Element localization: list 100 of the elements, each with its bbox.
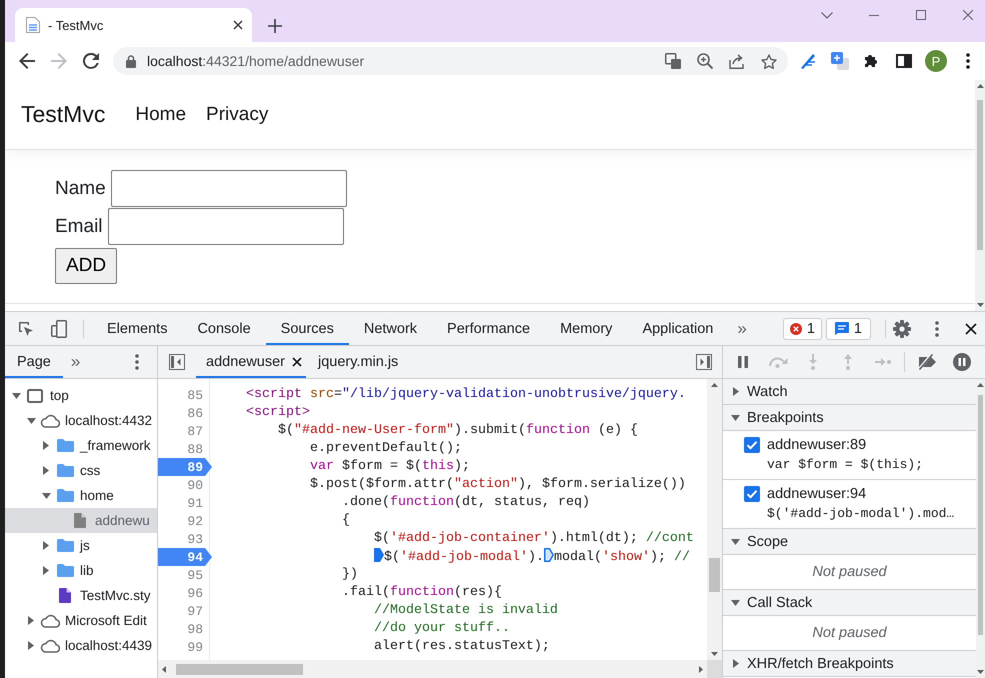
breakpoint-marker[interactable]: 94 — [158, 548, 212, 566]
devtools-tab[interactable]: Elements — [92, 312, 182, 345]
file-tab[interactable]: jquery.min.js — [306, 346, 410, 378]
close-icon[interactable] — [233, 20, 243, 30]
caret-down-icon[interactable] — [12, 392, 20, 398]
side-panel-icon[interactable] — [896, 54, 912, 68]
text-input[interactable] — [110, 170, 347, 207]
breakpoint-location[interactable]: addnewuser:89 — [767, 435, 924, 455]
section-header[interactable]: Call Stack — [723, 590, 976, 616]
more-tabs-button[interactable]: » — [62, 352, 88, 372]
more-tabs-button[interactable]: » — [728, 318, 756, 338]
section-header[interactable]: Watch — [723, 379, 976, 405]
devtools-tab[interactable]: Performance — [432, 312, 546, 345]
scroll-down-icon[interactable] — [711, 652, 718, 656]
brand-link[interactable]: TestMvc — [21, 101, 106, 128]
checkbox[interactable] — [744, 437, 760, 453]
caret-right-icon[interactable] — [43, 441, 49, 450]
tree-item[interactable]: css — [5, 458, 157, 483]
pause-circle-icon[interactable] — [952, 353, 970, 371]
devtools-tab[interactable]: Network — [348, 312, 432, 345]
maximize-icon[interactable] — [916, 10, 926, 20]
tree-item[interactable]: js — [5, 533, 157, 558]
tree-item[interactable]: top — [5, 383, 157, 408]
right-panel-icon[interactable] — [696, 354, 712, 370]
panel-tab[interactable]: Page — [5, 346, 63, 378]
tree-item[interactable]: Microsoft Edit — [5, 608, 157, 633]
star-icon[interactable] — [761, 54, 777, 68]
devtools-tab[interactable]: Memory — [545, 312, 628, 345]
tree-item[interactable]: TestMvc.sty — [5, 583, 157, 608]
nav-link[interactable]: Home — [125, 104, 196, 126]
scroll-down-icon[interactable] — [977, 670, 984, 674]
profile-avatar[interactable]: P — [925, 50, 947, 72]
breakpoint-marker[interactable]: 89 — [158, 458, 212, 476]
back-arrow-icon[interactable] — [19, 53, 35, 69]
file-tab[interactable]: addnewuser — [196, 346, 306, 378]
caret-right-icon[interactable] — [28, 641, 34, 650]
tree-item[interactable]: lib — [5, 558, 157, 583]
caret-right-icon[interactable] — [43, 541, 49, 550]
caret-down-icon[interactable] — [731, 414, 740, 420]
caret-down-icon[interactable] — [26, 418, 36, 424]
errors-button[interactable]: 1 — [782, 318, 822, 340]
tree-item[interactable]: addnewu — [5, 508, 157, 533]
address-bar[interactable]: localhost:44321/home/addnewuser — [113, 47, 788, 75]
breakpoint-location[interactable]: addnewuser:94 — [767, 484, 954, 504]
share-icon[interactable] — [729, 54, 745, 68]
minimize-icon[interactable] — [868, 14, 878, 16]
devtools-tab[interactable]: Console — [182, 312, 266, 345]
zoom-in-icon[interactable] — [697, 53, 713, 69]
caret-right-icon[interactable] — [732, 659, 738, 668]
scrollbar-thumb[interactable] — [977, 100, 983, 250]
inline-breakpoint-icon[interactable] — [544, 548, 554, 562]
caret-down-icon[interactable] — [731, 538, 740, 544]
scroll-left-icon[interactable] — [162, 666, 166, 672]
caret-right-icon[interactable] — [43, 466, 49, 475]
pointer-box-icon[interactable] — [18, 320, 34, 336]
caret-right-icon[interactable] — [28, 616, 34, 625]
pause-icon[interactable] — [738, 356, 748, 368]
tree-item[interactable]: _framework — [5, 433, 157, 458]
scrollbar-thumb[interactable] — [978, 395, 983, 635]
section-header[interactable]: Scope — [723, 529, 976, 555]
chevron-down-icon[interactable] — [820, 12, 832, 18]
nav-link[interactable]: Privacy — [196, 104, 278, 126]
section-header[interactable]: Breakpoints — [723, 405, 976, 431]
pen-icon[interactable] — [799, 52, 817, 70]
horizontal-scrollbar[interactable] — [158, 660, 707, 678]
caret-right-icon[interactable] — [732, 387, 738, 396]
caret-down-icon[interactable] — [42, 492, 50, 498]
reload-icon[interactable] — [83, 53, 99, 69]
settings-icon[interactable] — [892, 320, 910, 338]
close-icon[interactable] — [292, 357, 302, 367]
scrollbar-thumb[interactable] — [709, 558, 720, 592]
section-header[interactable]: XHR/fetch Breakpoints — [723, 651, 976, 677]
vertical-scrollbar[interactable] — [976, 379, 985, 678]
messages-button[interactable]: 1 — [826, 318, 871, 340]
tree-item[interactable]: localhost:4432 — [5, 408, 157, 433]
checkbox[interactable] — [744, 486, 760, 502]
scrollbar-thumb[interactable] — [176, 664, 303, 674]
inline-breakpoint-icon[interactable] — [374, 548, 384, 562]
tree-item[interactable]: home — [5, 483, 157, 508]
text-input[interactable] — [108, 208, 344, 245]
puzzle-icon[interactable] — [864, 53, 880, 69]
scroll-up-icon[interactable] — [711, 383, 718, 387]
browser-tab[interactable]: - TestMvc — [15, 8, 252, 42]
menu-icon[interactable] — [966, 53, 970, 69]
left-panel-icon[interactable] — [169, 354, 185, 370]
overlapping-squares-icon[interactable] — [665, 53, 681, 69]
add-button[interactable]: ADD — [55, 248, 118, 284]
plus-tile-icon[interactable] — [831, 52, 849, 70]
devices-icon[interactable] — [50, 320, 66, 338]
scroll-up-icon[interactable] — [977, 383, 984, 387]
vertical-scrollbar[interactable] — [975, 80, 985, 311]
plus-icon[interactable] — [268, 19, 282, 33]
tree-item[interactable]: localhost:4439 — [5, 633, 157, 658]
caret-right-icon[interactable] — [43, 566, 49, 575]
crossed-tag-icon[interactable] — [916, 354, 938, 370]
scroll-down-icon[interactable] — [976, 303, 984, 307]
close-icon[interactable] — [965, 322, 977, 334]
caret-down-icon[interactable] — [731, 600, 740, 606]
vertical-scrollbar[interactable] — [707, 379, 722, 660]
devtools-tab[interactable]: Application — [627, 312, 728, 345]
